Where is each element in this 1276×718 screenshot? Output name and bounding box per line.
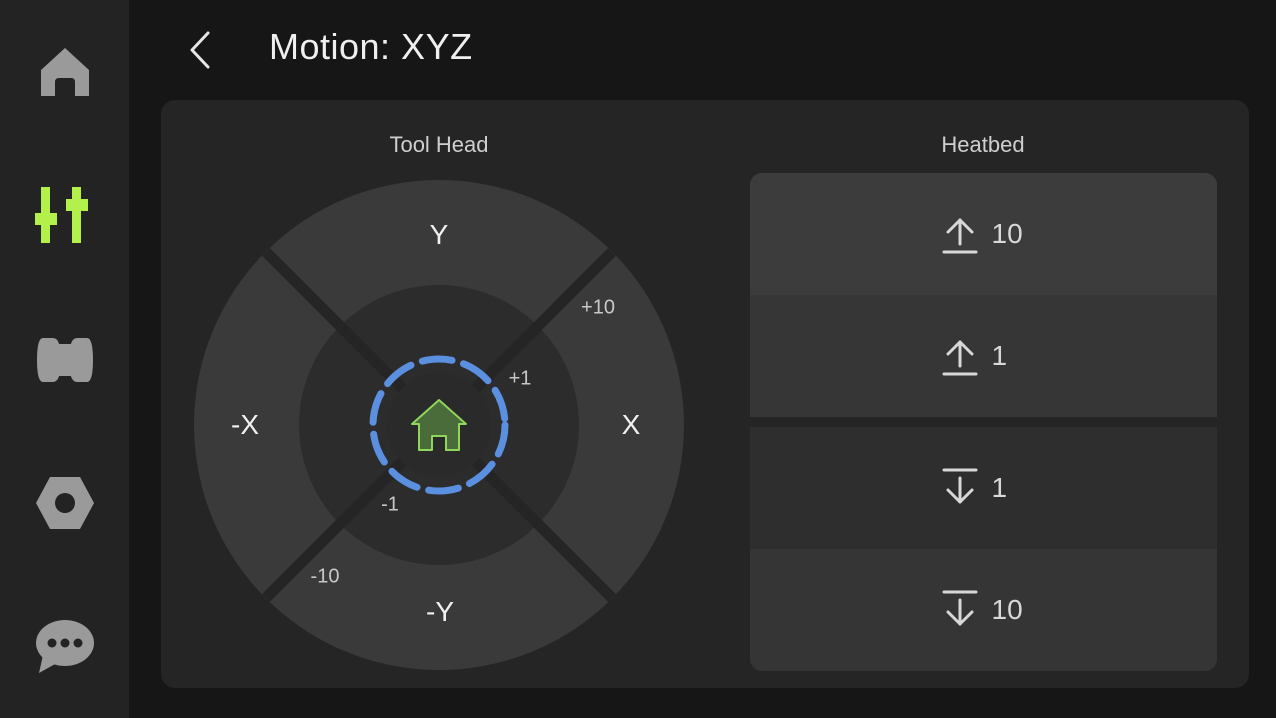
heatbed-controls: 10 1 1 10	[750, 173, 1217, 671]
back-button[interactable]	[176, 22, 226, 78]
sidebar-item-filament[interactable]	[0, 315, 129, 405]
sliders-icon	[34, 187, 88, 243]
heatbed-title: Heatbed	[941, 132, 1025, 157]
arrow-up-to-line-icon	[942, 340, 977, 376]
sidebar	[0, 0, 129, 718]
bed-up-1-button[interactable]: 1	[750, 295, 1217, 417]
bed-down-10-button[interactable]: 10	[750, 549, 1217, 671]
hex-nut-settings-icon	[35, 477, 94, 529]
home-icon	[40, 48, 89, 96]
arrow-up-to-line-icon	[942, 218, 977, 254]
bed-step-value: 1	[991, 340, 1008, 371]
toolhead-jog-wheel: Y -Y X -X +10 +1 -1 -10	[194, 180, 685, 671]
arrow-down-from-line-icon	[942, 590, 977, 626]
filament-spool-icon	[36, 338, 93, 382]
sidebar-item-settings[interactable]	[0, 458, 129, 548]
sidebar-item-home[interactable]	[0, 27, 129, 117]
bed-up-10-button[interactable]: 10	[750, 173, 1217, 295]
chevron-left-icon	[190, 31, 210, 69]
bed-step-value: 1	[991, 472, 1008, 503]
bed-step-value: 10	[991, 594, 1023, 625]
sidebar-item-motion[interactable]	[0, 170, 129, 260]
bed-down-1-button[interactable]: 1	[750, 427, 1217, 549]
toolhead-title: Tool Head	[389, 132, 489, 157]
arrow-down-from-line-icon	[942, 468, 977, 504]
page-title: Motion: XYZ	[269, 26, 473, 67]
bed-step-value: 10	[991, 218, 1023, 249]
sidebar-item-messages[interactable]	[0, 602, 129, 692]
chat-bubble-icon	[35, 620, 94, 673]
